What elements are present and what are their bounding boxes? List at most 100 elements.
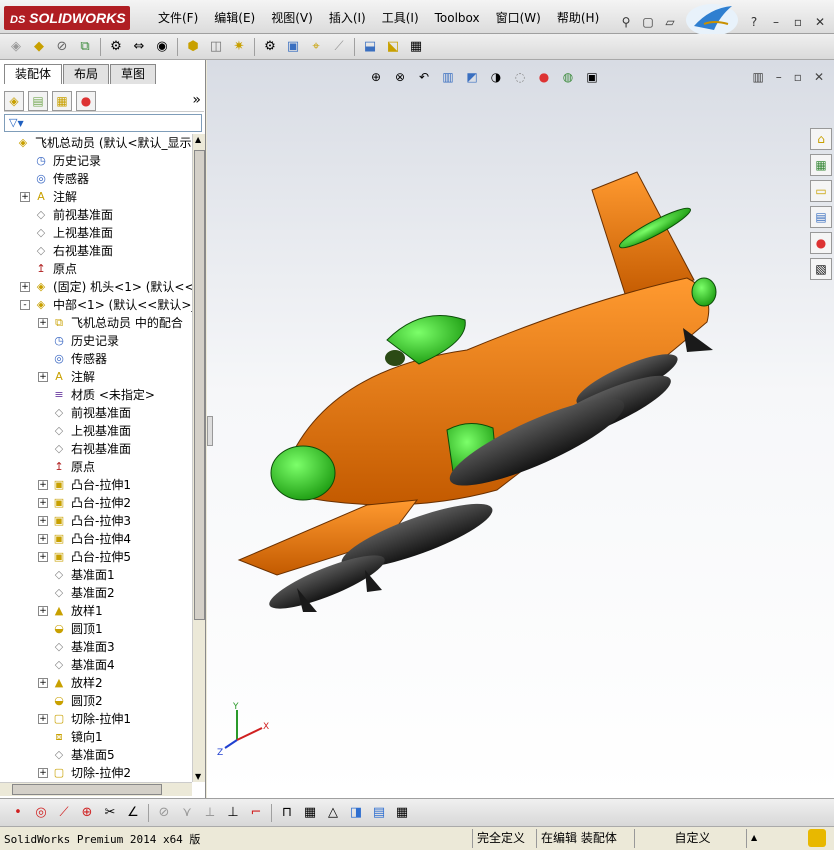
- tree-item[interactable]: ◇ 前视基准面: [20, 206, 113, 224]
- expand-toggle-icon[interactable]: +: [38, 678, 48, 688]
- expand-toggle-icon[interactable]: +: [38, 318, 48, 328]
- open-folder-icon[interactable]: ▱: [662, 14, 678, 30]
- scroll-down-arrow[interactable]: ▼: [195, 772, 201, 781]
- tree-item[interactable]: + ▣ 凸台-拉伸4: [38, 530, 131, 548]
- table-icon[interactable]: ▦: [392, 803, 412, 823]
- tree-item[interactable]: + ▲ 放样1: [38, 602, 103, 620]
- collapse-toggle-icon[interactable]: -: [20, 300, 30, 310]
- tree-item[interactable]: ◷ 历史记录: [20, 152, 101, 170]
- featuremanager-tab[interactable]: 草图: [110, 64, 157, 84]
- mirror-entities-icon[interactable]: ⟂: [200, 803, 220, 823]
- mate-icon[interactable]: ⧉: [75, 37, 95, 57]
- status-units-arrow[interactable]: ▲: [746, 829, 762, 848]
- tree-item[interactable]: ↥ 原点: [38, 458, 95, 476]
- tree-item[interactable]: ◷ 历史记录: [38, 332, 119, 350]
- clearance-icon[interactable]: ⬓: [360, 37, 380, 57]
- tree-item[interactable]: + ▲ 放样2: [38, 674, 103, 692]
- menu-item[interactable]: 视图(V): [263, 10, 321, 26]
- tree-item[interactable]: + ▢ 切除-拉伸1: [38, 710, 131, 728]
- expand-toggle-icon[interactable]: +: [20, 282, 30, 292]
- scrollbar-thumb[interactable]: [194, 150, 205, 620]
- pin-icon[interactable]: ⚲: [618, 14, 634, 30]
- tree-item[interactable]: + ◈ (固定) 机头<1> (默认<<默认: [20, 278, 192, 296]
- grid-lines-icon[interactable]: ▦: [300, 803, 320, 823]
- nose-cone[interactable]: [270, 445, 336, 501]
- layout-icon[interactable]: ▤: [369, 803, 389, 823]
- move-component-icon[interactable]: ⇔: [129, 37, 149, 57]
- display-manager-tab-icon[interactable]: ●: [76, 90, 96, 111]
- tree-item[interactable]: ◇ 右视基准面: [38, 440, 131, 458]
- triangle-icon[interactable]: △: [323, 803, 343, 823]
- tree-horizontal-scrollbar[interactable]: [0, 782, 192, 796]
- exploded-view-icon[interactable]: ▣: [283, 37, 303, 57]
- convert-entities-icon[interactable]: ⊘: [154, 803, 174, 823]
- minimize-icon[interactable]: –: [768, 14, 784, 30]
- tree-item[interactable]: ◒ 圆顶1: [38, 620, 102, 638]
- menu-item[interactable]: 窗口(W): [488, 10, 549, 26]
- trim-icon[interactable]: ✂: [100, 803, 120, 823]
- restore-icon[interactable]: ▫: [790, 14, 806, 30]
- tree-item[interactable]: + A 注解: [20, 188, 77, 206]
- help-icon[interactable]: ?: [746, 14, 762, 30]
- graphics-area[interactable]: ⊕ ⊗ ↶ ▥ ◩ ◑ ◌ ● ◍ ▣ ▥ – ▫ ✕ ⌂ ▦ ▭ ▤ ● ▧: [207, 60, 834, 798]
- menu-item[interactable]: 编辑(E): [206, 10, 263, 26]
- tree-item[interactable]: + ▢ 切除-拉伸2: [38, 764, 131, 782]
- tree-item[interactable]: ↥ 原点: [20, 260, 77, 278]
- tree-item[interactable]: ◒ 圆顶2: [38, 692, 102, 710]
- instant3d-icon[interactable]: ▦: [406, 37, 426, 57]
- expand-toggle-icon[interactable]: +: [38, 552, 48, 562]
- tree-item[interactable]: + ▣ 凸台-拉伸5: [38, 548, 131, 566]
- assembly-features-icon[interactable]: ⬢: [183, 37, 203, 57]
- tree-item[interactable]: + ⧉ 飞机总动员 中的配合: [38, 314, 183, 332]
- assembly-toolbar-icon[interactable]: ◈: [6, 37, 26, 57]
- smart-dimension-icon[interactable]: ⌐: [246, 803, 266, 823]
- tree-item[interactable]: ◎ 传感器: [38, 350, 107, 368]
- tree-item[interactable]: + ▣ 凸台-拉伸1: [38, 476, 131, 494]
- offset-icon[interactable]: ⋎: [177, 803, 197, 823]
- tree-item[interactable]: ◇ 前视基准面: [38, 404, 131, 422]
- bill-of-materials-icon[interactable]: ⚙: [260, 37, 280, 57]
- scroll-up-arrow[interactable]: ▲: [195, 135, 201, 144]
- show-hidden-icon[interactable]: ◉: [152, 37, 172, 57]
- point-icon[interactable]: •: [8, 803, 28, 823]
- relations-icon[interactable]: ⊥: [223, 803, 243, 823]
- feature-manager-tab-icon[interactable]: ◈: [4, 90, 24, 111]
- grid-icon[interactable]: ⊓: [277, 803, 297, 823]
- tree-item[interactable]: ◇ 上视基准面: [38, 422, 131, 440]
- angle-icon[interactable]: ∠: [123, 803, 143, 823]
- hole-alignment-icon[interactable]: ⬕: [383, 37, 403, 57]
- featuremanager-tab[interactable]: 布局: [63, 64, 110, 84]
- tree-item[interactable]: + ▣ 凸台-拉伸2: [38, 494, 131, 512]
- menu-item[interactable]: 插入(I): [321, 10, 374, 26]
- featuremanager-tab[interactable]: 装配体: [4, 64, 63, 84]
- property-manager-tab-icon[interactable]: ▤: [28, 90, 48, 111]
- expand-toggle-icon[interactable]: +: [38, 714, 48, 724]
- tree-item[interactable]: ◎ 传感器: [20, 170, 89, 188]
- tree-item[interactable]: ◇ 基准面3: [38, 638, 115, 656]
- menu-item[interactable]: Toolbox: [427, 10, 488, 26]
- circle-icon[interactable]: ◎: [31, 803, 51, 823]
- view-cube-icon[interactable]: ◨: [346, 803, 366, 823]
- tree-item[interactable]: ◇ 基准面4: [38, 656, 115, 674]
- filter-dropdown-arrow[interactable]: ▼: [17, 119, 23, 128]
- expand-toggle-icon[interactable]: +: [38, 498, 48, 508]
- tree-item[interactable]: ◇ 右视基准面: [20, 242, 113, 260]
- tree-item[interactable]: ◈ 飞机总动员 (默认<默认_显示状: [2, 134, 192, 152]
- status-units[interactable]: 自定义: [634, 829, 746, 848]
- line-icon[interactable]: ⟋: [54, 803, 74, 823]
- configuration-manager-tab-icon[interactable]: ▦: [52, 90, 72, 111]
- tree-vertical-scrollbar[interactable]: ▲ ▼: [192, 134, 205, 782]
- explode-line-icon[interactable]: ⌖: [306, 37, 326, 57]
- interference-icon[interactable]: ⟋: [329, 37, 349, 57]
- expand-toggle-icon[interactable]: +: [38, 768, 48, 778]
- tree-item[interactable]: + ▣ 凸台-拉伸3: [38, 512, 131, 530]
- tree-item[interactable]: ◇ 基准面2: [38, 584, 115, 602]
- tree-item[interactable]: ◇ 基准面5: [38, 746, 115, 764]
- expand-toggle-icon[interactable]: +: [38, 480, 48, 490]
- reference-geometry-icon[interactable]: ◫: [206, 37, 226, 57]
- menu-item[interactable]: 文件(F): [150, 10, 206, 26]
- close-icon[interactable]: ✕: [812, 14, 828, 30]
- expand-toggle-icon[interactable]: +: [38, 606, 48, 616]
- expand-toggle-icon[interactable]: +: [38, 516, 48, 526]
- tree-item[interactable]: ≡ 材质 <未指定>: [38, 386, 155, 404]
